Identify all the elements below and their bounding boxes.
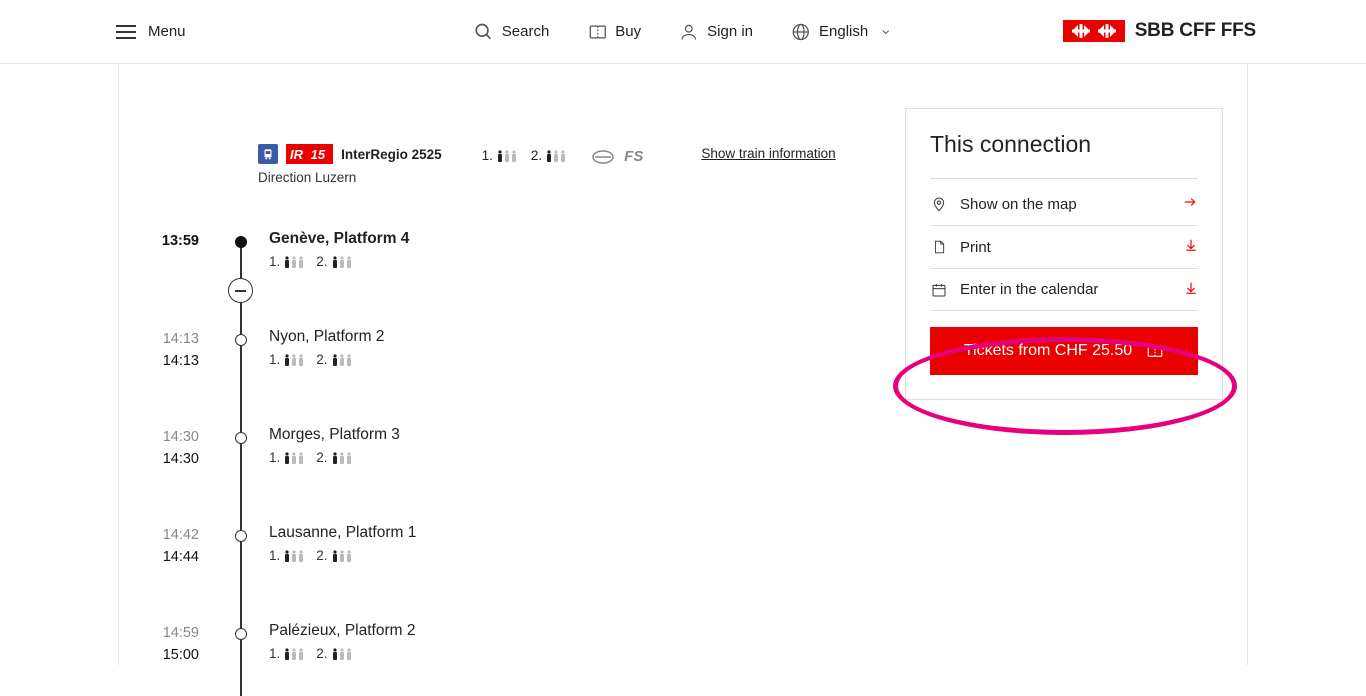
arrival-time: 14:13 <box>139 328 199 350</box>
stop-name: Lausanne, Platform 1 <box>269 524 719 542</box>
show-train-info-link[interactable]: Show train information <box>701 146 835 161</box>
restaurant-icon <box>592 150 614 164</box>
nav-signin-label: Sign in <box>707 23 753 40</box>
stop-row: 14:42 14:44 Lausanne, Platform 1 1. 2. <box>139 524 719 622</box>
collapse-stops-button[interactable] <box>228 278 253 303</box>
app-header: Menu Search Buy Sign in English <box>0 0 1366 64</box>
stop-occupancy: 1. 2. <box>269 352 719 367</box>
tickets-button[interactable]: Tickets from CHF 25.50 <box>930 327 1198 375</box>
document-icon <box>930 238 948 256</box>
train-occupancy: 1. 2. FS <box>482 146 644 165</box>
header-nav: Search Buy Sign in English <box>474 22 892 42</box>
family-zone-icon: FS <box>624 148 643 165</box>
panel-print[interactable]: Print <box>930 226 1198 269</box>
stop-marker-icon <box>235 236 247 248</box>
nav-search[interactable]: Search <box>474 22 550 42</box>
brand-logo[interactable]: SBB CFF FFS <box>1063 20 1256 42</box>
nav-search-label: Search <box>502 23 550 40</box>
stop-marker-icon <box>235 530 247 542</box>
route-timeline: 13:59 Genève, Platform 4 1. 2. <box>139 230 719 682</box>
nav-language[interactable]: English <box>791 22 892 42</box>
connection-panel: This connection Show on the map Print <box>905 108 1223 400</box>
stop-row: 14:59 15:00 Palézieux, Platform 2 1. 2. <box>139 622 719 682</box>
arrival-time: 14:59 <box>139 622 199 644</box>
stop-marker-icon <box>235 432 247 444</box>
nav-language-label: English <box>819 23 868 40</box>
train-line-badge: IR 15 <box>286 144 333 164</box>
nav-buy[interactable]: Buy <box>587 22 641 42</box>
brand-text: SBB CFF FFS <box>1135 20 1256 42</box>
panel-item-label: Print <box>960 239 991 256</box>
globe-icon <box>791 22 811 42</box>
occupancy-class1: 1. <box>482 148 517 163</box>
menu-label: Menu <box>148 23 186 40</box>
hamburger-icon <box>116 25 136 39</box>
tickets-button-label: Tickets from CHF 25.50 <box>964 342 1132 360</box>
stop-name: Genève, Platform 4 <box>269 230 719 248</box>
arrival-time: 14:42 <box>139 524 199 546</box>
calendar-icon <box>930 282 948 298</box>
arrival-time: 14:30 <box>139 426 199 448</box>
stop-name: Nyon, Platform 2 <box>269 328 719 346</box>
page-content: IR 15 InterRegio 2525 Direction Luzern 1… <box>118 64 1248 665</box>
ticket-icon <box>1146 342 1164 360</box>
stop-occupancy: 1. 2. <box>269 646 719 661</box>
train-header: IR 15 InterRegio 2525 Direction Luzern 1… <box>258 144 836 185</box>
nav-signin[interactable]: Sign in <box>679 22 753 42</box>
download-icon <box>1184 237 1198 257</box>
departure-time: 14:13 <box>139 350 199 372</box>
arrow-right-icon <box>1182 195 1198 213</box>
stop-row: 14:13 14:13 Nyon, Platform 2 1. 2. <box>139 328 719 426</box>
amenities: FS <box>592 148 643 165</box>
train-type-icon <box>258 144 278 164</box>
sbb-logo-icon <box>1063 20 1125 42</box>
map-pin-icon <box>930 195 948 213</box>
departure-time: 14:44 <box>139 546 199 568</box>
stop-row: 14:30 14:30 Morges, Platform 3 1. 2. <box>139 426 719 524</box>
ticket-icon <box>587 22 607 42</box>
stop-marker-icon <box>235 334 247 346</box>
panel-item-label: Enter in the calendar <box>960 281 1098 298</box>
stop-marker-icon <box>235 628 247 640</box>
search-icon <box>474 22 494 42</box>
chevron-down-icon <box>880 26 892 38</box>
train-direction: Direction Luzern <box>258 170 442 185</box>
departure-time: 13:59 <box>139 230 199 252</box>
stop-occupancy: 1. 2. <box>269 254 719 269</box>
nav-buy-label: Buy <box>615 23 641 40</box>
occupancy-class2: 2. <box>531 148 566 163</box>
stop-occupancy: 1. 2. <box>269 548 719 563</box>
panel-item-label: Show on the map <box>960 196 1077 213</box>
panel-title: This connection <box>930 131 1198 158</box>
stop-row: 13:59 Genève, Platform 4 1. 2. <box>139 230 719 328</box>
user-icon <box>679 22 699 42</box>
menu-button[interactable]: Menu <box>116 23 186 40</box>
stop-name: Palézieux, Platform 2 <box>269 622 719 640</box>
departure-time: 15:00 <box>139 644 199 666</box>
stop-occupancy: 1. 2. <box>269 450 719 465</box>
stop-name: Morges, Platform 3 <box>269 426 719 444</box>
download-icon <box>1184 280 1198 300</box>
train-name: InterRegio 2525 <box>341 147 442 162</box>
departure-time: 14:30 <box>139 448 199 470</box>
panel-calendar[interactable]: Enter in the calendar <box>930 269 1198 311</box>
panel-show-on-map[interactable]: Show on the map <box>930 183 1198 226</box>
